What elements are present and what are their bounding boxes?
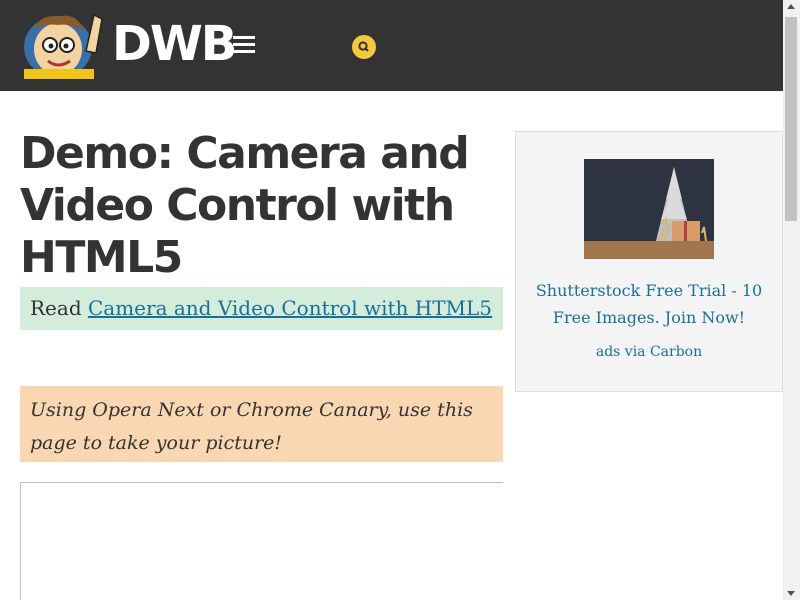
ads-via-carbon-link[interactable]: ads via Carbon [526,341,772,363]
hamburger-menu-icon[interactable] [233,36,255,54]
read-article-box: Read Camera and Video Control with HTML5 [20,287,503,330]
mascot-logo-icon[interactable] [20,9,110,79]
article-link[interactable]: Camera and Video Control with HTML5 [88,296,492,320]
camera-video-area[interactable] [20,482,503,600]
ad-headline[interactable]: Shutterstock Free Trial - 10 Free Images… [526,277,772,331]
site-logo-text[interactable]: DWB [112,14,237,74]
vertical-scrollbar[interactable] [783,0,800,600]
christmas-tree-ad-image[interactable] [584,159,714,259]
scroll-up-arrow-icon[interactable] [787,4,795,9]
read-label: Read [30,296,82,320]
site-header: DWB [0,0,783,91]
scroll-down-arrow-icon[interactable] [787,591,795,596]
search-icon[interactable] [352,35,376,59]
page-title: Demo: Camera and Video Control with HTML… [20,128,470,283]
scrollbar-thumb[interactable] [785,17,797,221]
carbon-ad: Shutterstock Free Trial - 10 Free Images… [515,131,783,392]
browser-note: Using Opera Next or Chrome Canary, use t… [20,386,503,462]
